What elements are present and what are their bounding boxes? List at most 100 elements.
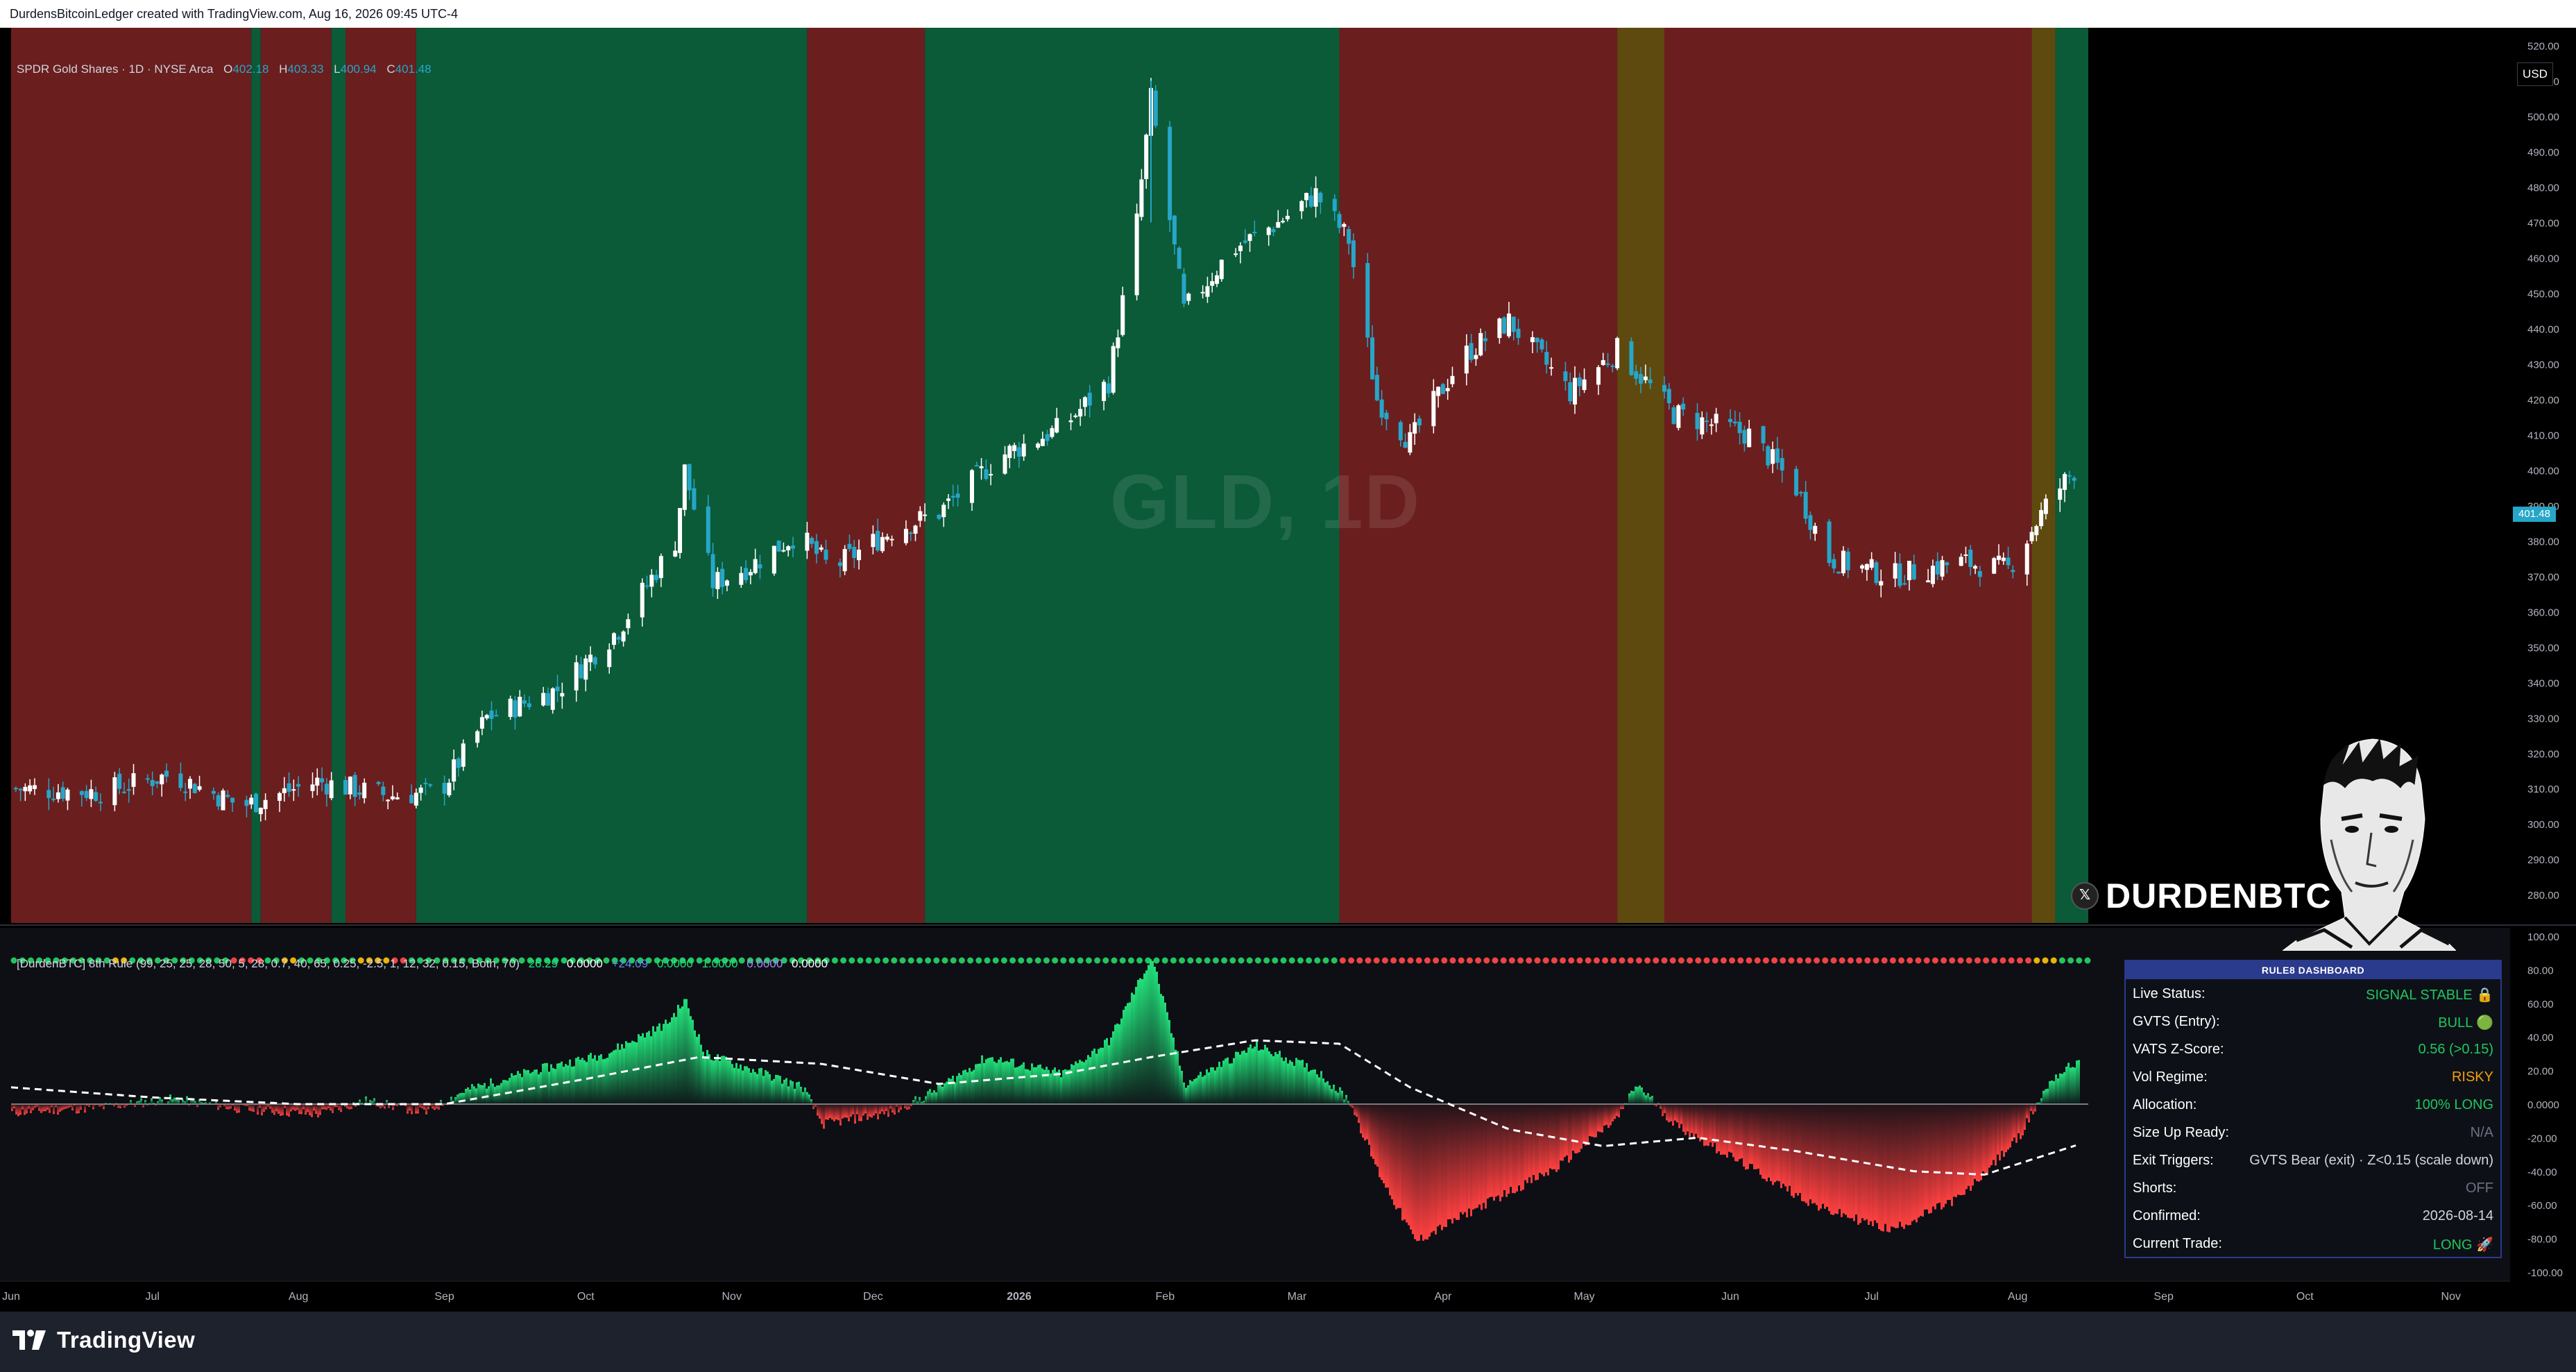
signal-dot [1229,957,1236,964]
oscillator-bar [63,1104,65,1110]
candle-body [197,786,202,790]
oscillator-bar [966,1072,969,1104]
oscillator-bar [1988,1104,1990,1168]
oscillator-bar [515,1075,517,1104]
oscillator-bar [1718,1104,1720,1151]
indicator-value-1: 26.29 [528,957,558,970]
oscillator-bar [2049,1081,2051,1104]
oscillator-bar [1127,1003,1129,1104]
oscillator-bar [1216,1067,1218,1104]
candle-body [263,799,268,809]
oscillator-bar [1129,1002,1131,1104]
candle-body [758,564,762,568]
dashboard-row-label: Live Status: [2133,986,2206,1001]
currency-selector[interactable]: USD [2517,62,2553,86]
signal-dot [1026,957,1033,964]
oscillator-bar [1037,1065,1039,1104]
oscillator-bar [1343,1099,1345,1104]
regime-band-neutral [1617,28,1664,923]
oscillator-bar [814,1104,817,1107]
candle-body [1596,367,1601,385]
signal-dot [1576,957,1583,964]
oscillator-bar [1963,1104,1965,1195]
oscillator-bar [1839,1104,1841,1210]
oscillator-bar [1243,1050,1245,1104]
oscillator-bar [1726,1104,1728,1158]
candle-body [1695,412,1700,430]
candle-body [1398,422,1403,441]
oscillator-bar [1322,1078,1324,1104]
oscillator-bar [411,1104,413,1115]
oscillator-bar [1743,1104,1745,1167]
oscillator-bar [282,1104,284,1116]
oscillator-bar [173,1097,176,1104]
candle-body [842,549,847,572]
oscillator-bar [1104,1040,1106,1104]
oscillator-bar [1911,1104,1913,1221]
oscillator-bar [1160,994,1162,1104]
oscillator-bar [1701,1104,1703,1139]
candle-body [1021,443,1026,457]
low-label-text: L [334,62,341,76]
oscillator-bar [273,1104,275,1115]
oscillator-bar [1945,1104,1947,1204]
candle-body [1959,557,1963,566]
oscillator-bar [779,1076,781,1104]
candle-body [452,759,457,782]
candle-body [1408,432,1413,453]
oscillator-bar [1651,1096,1653,1104]
dashboard-row-value: RISKY [2451,1069,2493,1085]
oscillator-bar [858,1104,860,1121]
tradingview-brand[interactable]: TradingView [12,1327,195,1353]
oscillator-bar [1187,1085,1189,1104]
candle-body [376,781,381,784]
oscillator-bar [1930,1104,1932,1213]
oscillator-bar [209,1102,211,1104]
candle-body [1893,563,1897,579]
oscillator-bar [101,1104,103,1106]
oscillator-bar [1418,1104,1420,1241]
candle-body [1610,365,1615,367]
candle-body [1351,240,1356,267]
candle-body [249,797,254,805]
oscillator-bar [105,1103,107,1104]
oscillator-bar [1245,1052,1247,1104]
oscillator-bar [1395,1104,1397,1210]
oscillator-bar [900,1104,902,1110]
oscillator-bar [625,1041,627,1104]
oscillator-bar [2057,1078,2059,1104]
oscillator-bar [1558,1104,1560,1170]
signal-dot [1669,957,1676,964]
oscillator-bar [1766,1104,1768,1182]
oscillator-bar [973,1069,975,1104]
dashboard-rows: Live Status: SIGNAL STABLE 🔒 GVTS (Entry):… [2126,979,2500,1257]
oscillator-bar [1589,1104,1591,1137]
chart-stage[interactable]: 280.00 290.00 300.00 310.00 320.00 330.00 340.… [0,28,2576,1312]
candle-body [1945,562,1950,566]
oscillator-bar [1587,1104,1589,1145]
oscillator-bar [1741,1104,1743,1159]
oscillator-bar [663,1024,665,1104]
oscillator-bar [46,1104,49,1110]
oscillator-bar [629,1042,631,1104]
brand-name: TradingView [57,1327,196,1353]
oscillator-bar [467,1087,469,1104]
oscillator-bar [1687,1104,1689,1132]
signal-dot [1195,957,1202,964]
signal-dot [1931,957,1938,964]
oscillator-bar [873,1104,875,1116]
signal-dot [933,957,940,964]
oscillator-bar [1445,1104,1447,1228]
time-tick-label: Jun [1721,1291,1739,1303]
oscillator-bar [1518,1104,1520,1186]
signal-dot [1415,957,1422,964]
oscillator-bar [1918,1104,1920,1218]
oscillator-bar [236,1104,238,1113]
candle-body [348,777,352,795]
candle-body [1431,391,1436,427]
oscillator-bar [1260,1049,1262,1104]
oscillator-bar [1564,1104,1566,1158]
candle-body [640,582,645,618]
oscillator-bar [488,1086,490,1104]
oscillator-bar [819,1104,821,1119]
